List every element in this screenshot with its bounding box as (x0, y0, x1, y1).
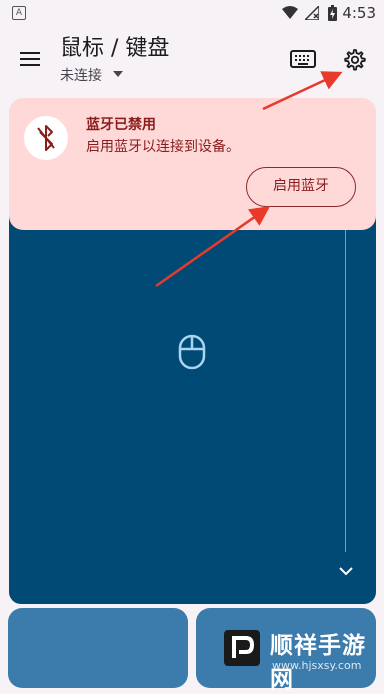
page-title: 鼠标 / 键盘 (60, 36, 170, 61)
banner-description: 启用蓝牙以连接到设备。 (86, 139, 240, 155)
menu-icon[interactable] (18, 50, 42, 70)
watermark-logo (224, 630, 260, 666)
gear-icon[interactable] (342, 48, 366, 72)
dropdown-arrow-icon[interactable] (113, 71, 123, 77)
chevron-down-icon[interactable] (338, 566, 354, 576)
status-app-badge: A (12, 6, 26, 20)
wifi-icon (282, 6, 298, 19)
banner-title: 蓝牙已禁用 (86, 117, 156, 133)
keyboard-icon[interactable] (290, 49, 316, 69)
mouse-icon (178, 334, 206, 370)
status-bar: A 4:53 (0, 0, 384, 28)
connection-status-dropdown[interactable]: 未连接 (60, 65, 102, 85)
battery-charging-icon (328, 5, 337, 21)
bluetooth-disabled-icon (24, 116, 68, 160)
watermark-url: www.hjsxsy.com (272, 659, 362, 672)
status-time: 4:53 (342, 4, 376, 22)
enable-bluetooth-button[interactable]: 启用蓝牙 (246, 167, 356, 207)
left-click-button[interactable] (8, 608, 188, 688)
scroll-track[interactable] (345, 230, 346, 552)
signal-off-icon (305, 6, 319, 20)
